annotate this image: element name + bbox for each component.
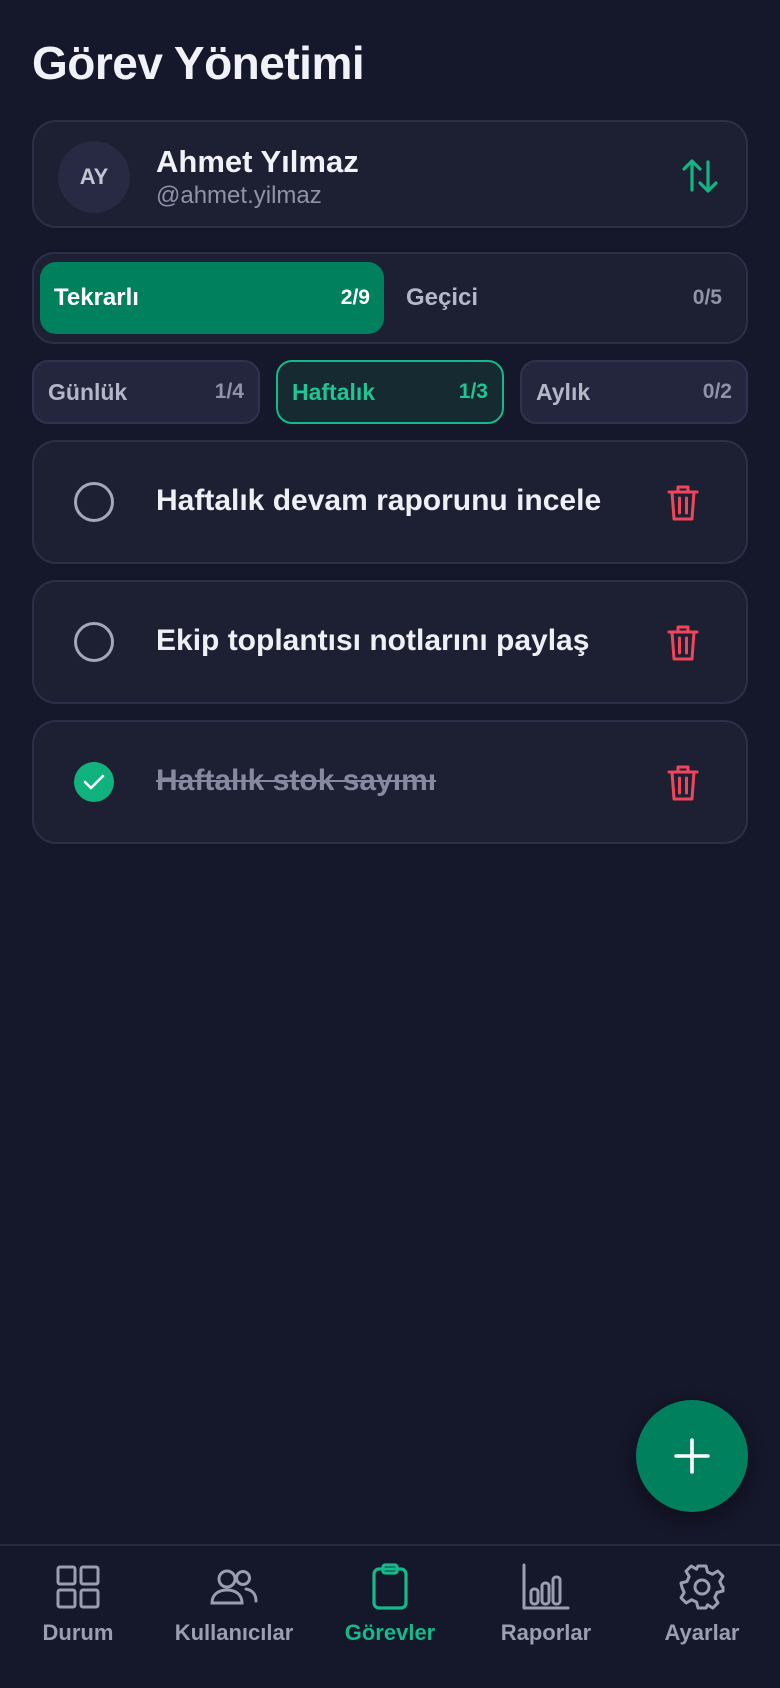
subtab-monthly[interactable]: Aylık 0/2 (520, 360, 748, 424)
delete-task-button[interactable] (664, 762, 702, 804)
task-manager-screen: Görev Yönetimi AY Ahmet Yılmaz @ahmet.yi… (0, 0, 780, 1688)
clipboard-icon (372, 1563, 408, 1610)
plus-icon (674, 1438, 710, 1474)
task-item[interactable]: Ekip toplantısı notlarını paylaş (32, 580, 748, 704)
segment-label: Tekrarlı (54, 284, 139, 311)
subtab-daily[interactable]: Günlük 1/4 (32, 360, 260, 424)
subtab-label: Günlük (48, 378, 128, 405)
trash-icon (667, 765, 699, 801)
add-task-button[interactable] (636, 1400, 748, 1512)
tab-durum[interactable]: Durum (0, 1546, 156, 1688)
subtab-count: 1/4 (214, 380, 244, 403)
subtab-label: Haftalık (292, 378, 376, 405)
segment-temporary[interactable]: Geçici 0/5 (392, 262, 736, 334)
subtab-count: 0/2 (702, 380, 732, 403)
delete-task-button[interactable] (664, 622, 702, 664)
tab-label: Kullanıcılar (174, 1620, 294, 1645)
segment-recurring[interactable]: Tekrarlı 2/9 (40, 262, 384, 334)
tab-gorevler[interactable]: Görevler (312, 1546, 468, 1688)
switch-user-button[interactable] (676, 152, 724, 200)
user-name: Ahmet Yılmaz (156, 144, 359, 179)
tab-raporlar[interactable]: Raporlar (468, 1546, 624, 1688)
task-item[interactable]: Haftalık devam raporunu incele (32, 440, 748, 564)
tab-ayarlar[interactable]: Ayarlar (624, 1546, 780, 1688)
segment-label: Geçici (406, 284, 479, 311)
task-checkbox[interactable] (74, 482, 114, 522)
avatar: AY (58, 141, 130, 213)
trash-icon (667, 485, 699, 521)
task-type-segmented-control: Tekrarlı 2/9 Geçici 0/5 (32, 252, 748, 344)
grid-icon (56, 1565, 100, 1609)
task-item[interactable]: Haftalık stok sayımı (32, 720, 748, 844)
check-icon (83, 774, 105, 790)
bar-chart-icon (522, 1563, 570, 1610)
bottom-tab-bar: Durum Kullanıcılar Görevler Raporlar Aya… (0, 1544, 780, 1688)
user-handle: @ahmet.yilmaz (156, 182, 322, 209)
swap-vertical-icon (682, 159, 718, 193)
task-title: Ekip toplantısı notlarını paylaş (156, 624, 590, 657)
tab-label: Görevler (344, 1620, 436, 1645)
gear-icon (679, 1564, 725, 1610)
tab-kullanicilar[interactable]: Kullanıcılar (156, 1546, 312, 1688)
task-title: Haftalık devam raporunu incele (156, 484, 602, 517)
user-card[interactable]: AY Ahmet Yılmaz @ahmet.yilmaz (32, 120, 748, 228)
task-checkbox-checked[interactable] (74, 762, 114, 802)
task-title: Haftalık stok sayımı (156, 764, 437, 797)
delete-task-button[interactable] (664, 482, 702, 524)
trash-icon (667, 625, 699, 661)
subtab-weekly[interactable]: Haftalık 1/3 (276, 360, 504, 424)
segment-count: 0/5 (692, 286, 722, 309)
page-title: Görev Yönetimi (32, 37, 365, 89)
tab-label: Raporlar (500, 1620, 592, 1645)
subtab-label: Aylık (536, 378, 591, 405)
subtab-count: 1/3 (458, 380, 488, 403)
task-checkbox[interactable] (74, 622, 114, 662)
segment-count: 2/9 (340, 286, 370, 309)
users-icon (210, 1569, 258, 1605)
tab-label: Ayarlar (664, 1620, 740, 1645)
tab-label: Durum (42, 1620, 114, 1645)
